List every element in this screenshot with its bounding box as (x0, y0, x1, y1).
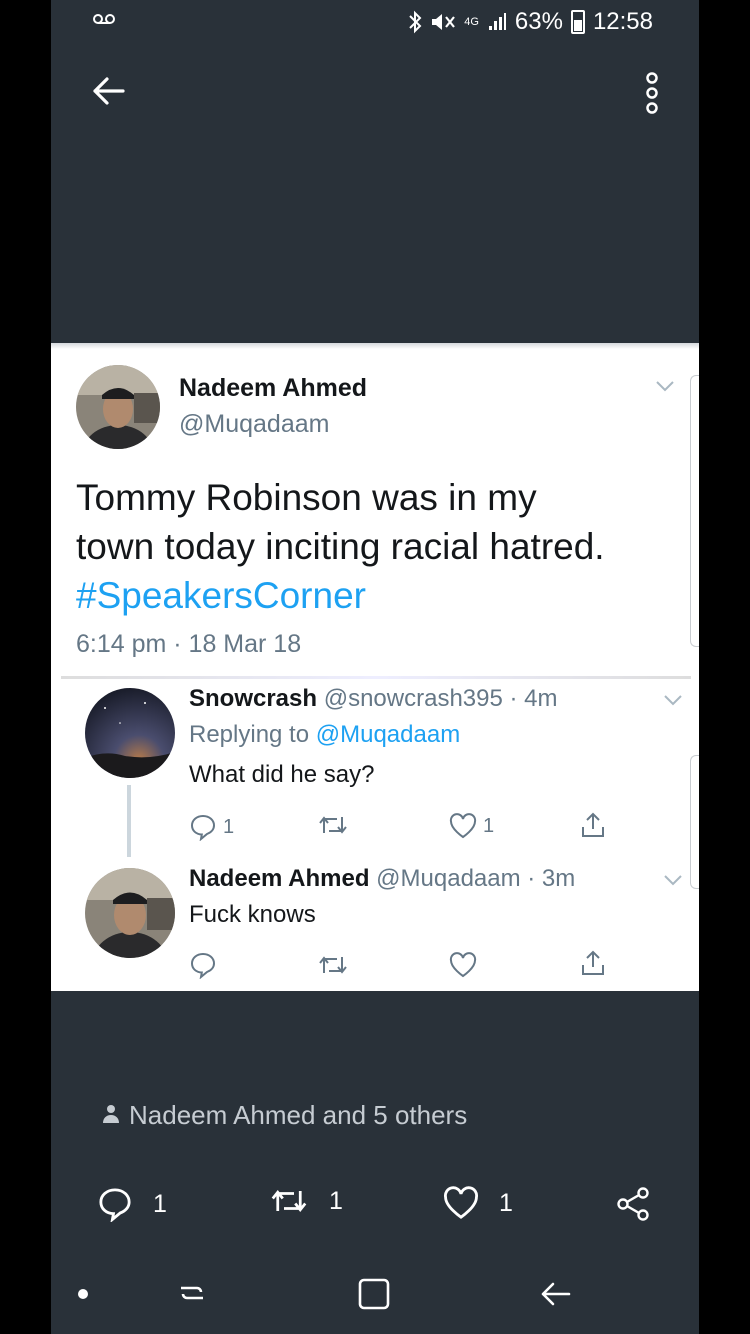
navigation-bar (51, 1258, 699, 1334)
thread-line (127, 785, 131, 857)
scroll-edge (690, 755, 699, 889)
chevron-down-icon[interactable] (663, 873, 683, 891)
replying-mention[interactable]: @Muqadaam (316, 721, 460, 748)
battery-percent: 63% (514, 8, 563, 35)
back-icon[interactable] (537, 1276, 573, 1317)
retweet-button[interactable] (317, 953, 349, 977)
tweet-timestamp: 6:14 pm · 18 Mar 18 (76, 630, 302, 658)
retweet-button[interactable] (317, 813, 349, 837)
reply-count: 1 (153, 1189, 167, 1218)
author-handle[interactable]: @Muqadaam (179, 410, 329, 439)
reply-author-name[interactable]: Snowcrash (189, 685, 317, 712)
replying-to: Replying to @Muqadaam (189, 721, 460, 749)
mute-icon (430, 11, 456, 33)
like-count: 1 (499, 1188, 513, 1217)
reply-handle-time: @Muqadaam · 3m (376, 865, 576, 892)
reply-avatar[interactable] (85, 868, 175, 958)
clock: 12:58 (592, 8, 653, 35)
back-arrow-icon[interactable] (91, 76, 125, 111)
recent-apps-icon[interactable] (175, 1276, 209, 1315)
scroll-edge (690, 375, 699, 647)
hashtag-link[interactable]: #SpeakersCorner (76, 571, 676, 620)
tweet-text: Tommy Robinson was in my town today inci… (76, 473, 676, 620)
replying-label: Replying to (189, 721, 310, 748)
reply-text: What did he say? (189, 761, 375, 788)
divider (61, 676, 691, 679)
like-button[interactable]: 1 (449, 813, 494, 839)
signal-icon (487, 12, 507, 32)
more-options-icon[interactable] (645, 72, 659, 119)
reply-header: Snowcrash @snowcrash395 · 4m (189, 685, 558, 713)
reply-avatar[interactable] (85, 688, 175, 778)
person-icon (103, 1100, 119, 1131)
reply-text: Fuck knows (189, 901, 316, 928)
home-icon[interactable] (356, 1276, 392, 1317)
retweet-count: 1 (329, 1186, 343, 1215)
reply-author-name[interactable]: Nadeem Ahmed (189, 865, 370, 892)
tweet-text-line2: town today inciting racial hatred. (76, 526, 605, 567)
dot-icon (77, 1287, 89, 1305)
status-bar: 4G 63% 12:58 (51, 0, 699, 44)
screen: 4G 63% 12:58 Nadeem Ahmed @Muqadaam Tomm… (51, 0, 699, 1334)
network-type: 4G (464, 15, 479, 28)
reply-handle-time: @snowcrash395 · 4m (323, 685, 558, 712)
bluetooth-icon (408, 10, 422, 34)
reply-count: 1 (223, 815, 235, 838)
reply-button[interactable] (189, 951, 217, 979)
retweet-button[interactable]: 1 (269, 1186, 343, 1216)
reply-button[interactable]: 1 (189, 813, 234, 841)
liked-by[interactable]: Nadeem Ahmed and 5 others (103, 1100, 467, 1131)
author-name[interactable]: Nadeem Ahmed (179, 374, 367, 403)
share-button[interactable] (579, 811, 607, 839)
like-button[interactable]: 1 (443, 1186, 513, 1220)
share-button[interactable] (579, 949, 607, 977)
voicemail-icon (93, 12, 115, 30)
reply-button[interactable]: 1 (97, 1186, 167, 1222)
share-button[interactable] (615, 1186, 651, 1222)
avatar[interactable] (76, 365, 160, 449)
tweet-card: Nadeem Ahmed @Muqadaam Tommy Robinson wa… (51, 343, 699, 991)
chevron-down-icon[interactable] (655, 379, 675, 397)
battery-icon (570, 10, 585, 34)
reply-header: Nadeem Ahmed @Muqadaam · 3m (189, 865, 575, 893)
like-count: 1 (483, 814, 495, 837)
chevron-down-icon[interactable] (663, 693, 683, 711)
liked-by-text: Nadeem Ahmed and 5 others (129, 1100, 468, 1130)
like-button[interactable] (449, 952, 477, 978)
tweet-text-line1: Tommy Robinson was in my (76, 477, 537, 518)
